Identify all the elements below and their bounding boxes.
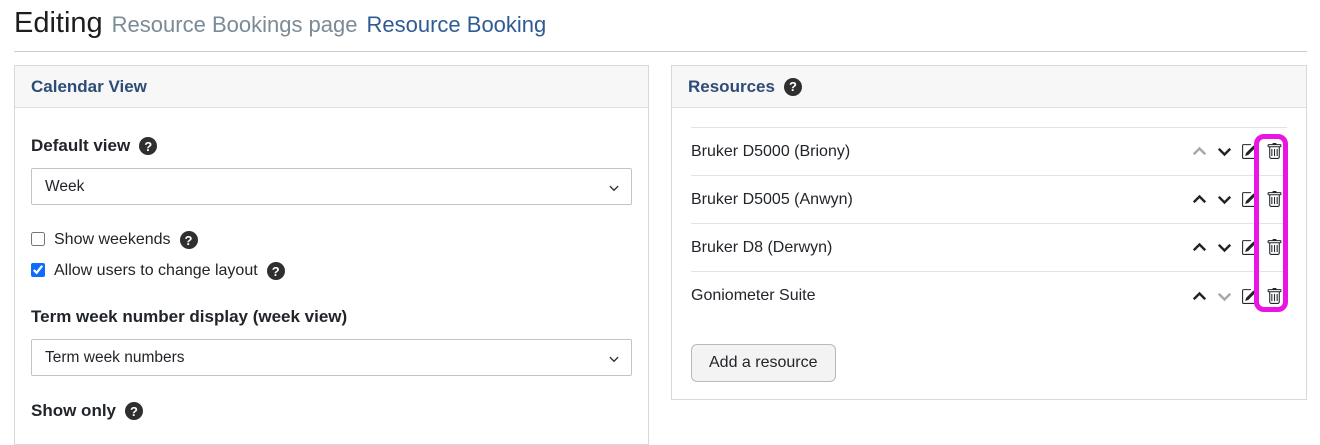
move-down-button chevron-down-icon[interactable] [1212, 140, 1237, 164]
delete-button trash-icon[interactable] [1262, 284, 1287, 308]
delete-button trash-icon[interactable] [1262, 188, 1287, 212]
delete-button trash-icon[interactable] [1262, 140, 1287, 164]
term-week-select[interactable]: Term week numbers [31, 339, 632, 376]
term-week-label-row: Term week number display (week view) [31, 307, 632, 327]
edit-button pencil-square-icon[interactable] [1237, 188, 1262, 212]
move-up-button chevron-up-icon[interactable] [1187, 188, 1212, 212]
resource-row: Bruker D5005 (Anwyn) [691, 176, 1287, 224]
allow-layout-label: Allow users to change layout [54, 262, 258, 280]
show-only-label-row: Show only ? [31, 401, 632, 421]
move-up-button chevron-up-icon[interactable] [1187, 236, 1212, 260]
move-down-button chevron-down-icon[interactable] [1212, 188, 1237, 212]
show-weekends-label: Show weekends [54, 231, 171, 249]
calendar-view-panel: Calendar View Default view ? Week Show w… [14, 65, 649, 445]
delete-button trash-icon[interactable] [1262, 236, 1287, 260]
resources-list: Bruker D5000 (Briony) Bru [691, 127, 1287, 320]
move-up-button chevron-up-icon[interactable] [1187, 140, 1212, 164]
default-view-label: Default view [31, 136, 130, 156]
show-only-label: Show only [31, 401, 116, 421]
move-up-button chevron-up-icon[interactable] [1187, 284, 1212, 308]
term-week-select-wrap: Term week numbers [31, 339, 632, 376]
allow-layout-row: Allow users to change layout ? [31, 262, 632, 280]
resource-row: Bruker D5000 (Briony) [691, 128, 1287, 176]
resource-name: Goniometer Suite [691, 287, 1187, 305]
page-title-target-link[interactable]: Resource Booking [367, 12, 547, 38]
help-icon[interactable]: ? [180, 231, 198, 249]
show-weekends-row: Show weekends ? [31, 231, 632, 249]
resource-row: Bruker D8 (Derwyn) [691, 224, 1287, 272]
resources-panel-header: Resources ? [672, 66, 1306, 108]
edit-button pencil-square-icon[interactable] [1237, 140, 1262, 164]
edit-button pencil-square-icon[interactable] [1237, 284, 1262, 308]
help-icon[interactable]: ? [125, 402, 143, 420]
default-view-select[interactable]: Week [31, 168, 632, 205]
resource-name: Bruker D5000 (Briony) [691, 143, 1187, 161]
show-weekends-checkbox[interactable] [31, 232, 45, 246]
page-title-action: Editing [14, 7, 103, 40]
title-divider [14, 51, 1307, 52]
calendar-view-panel-header: Calendar View [15, 66, 648, 108]
calendar-view-title: Calendar View [31, 77, 147, 97]
default-view-select-wrap: Week [31, 168, 632, 205]
move-down-button chevron-down-icon[interactable] [1212, 236, 1237, 260]
allow-layout-checkbox[interactable] [31, 263, 45, 277]
edit-button pencil-square-icon[interactable] [1237, 236, 1262, 260]
resource-row: Goniometer Suite [691, 272, 1287, 320]
resources-title: Resources [688, 77, 775, 97]
page-title: Editing Resource Bookings page Resource … [14, 7, 546, 40]
resources-panel: Resources ? Bruker D5000 (Briony) [671, 65, 1307, 400]
term-week-label: Term week number display (week view) [31, 307, 347, 327]
resource-row-actions [1187, 284, 1287, 308]
resource-row-actions [1187, 236, 1287, 260]
resource-name: Bruker D8 (Derwyn) [691, 239, 1187, 257]
add-resource-button[interactable]: Add a resource [691, 344, 836, 382]
help-icon[interactable]: ? [139, 137, 157, 155]
help-icon[interactable]: ? [267, 262, 285, 280]
resource-row-actions [1187, 140, 1287, 164]
page-title-context: Resource Bookings page [112, 12, 358, 38]
help-icon[interactable]: ? [784, 78, 802, 96]
default-view-label-row: Default view ? [31, 136, 632, 156]
resource-row-actions [1187, 188, 1287, 212]
resource-name: Bruker D5005 (Anwyn) [691, 191, 1187, 209]
calendar-view-body: Default view ? Week Show weekends ? Allo… [15, 136, 648, 421]
move-down-button chevron-down-icon[interactable] [1212, 284, 1237, 308]
